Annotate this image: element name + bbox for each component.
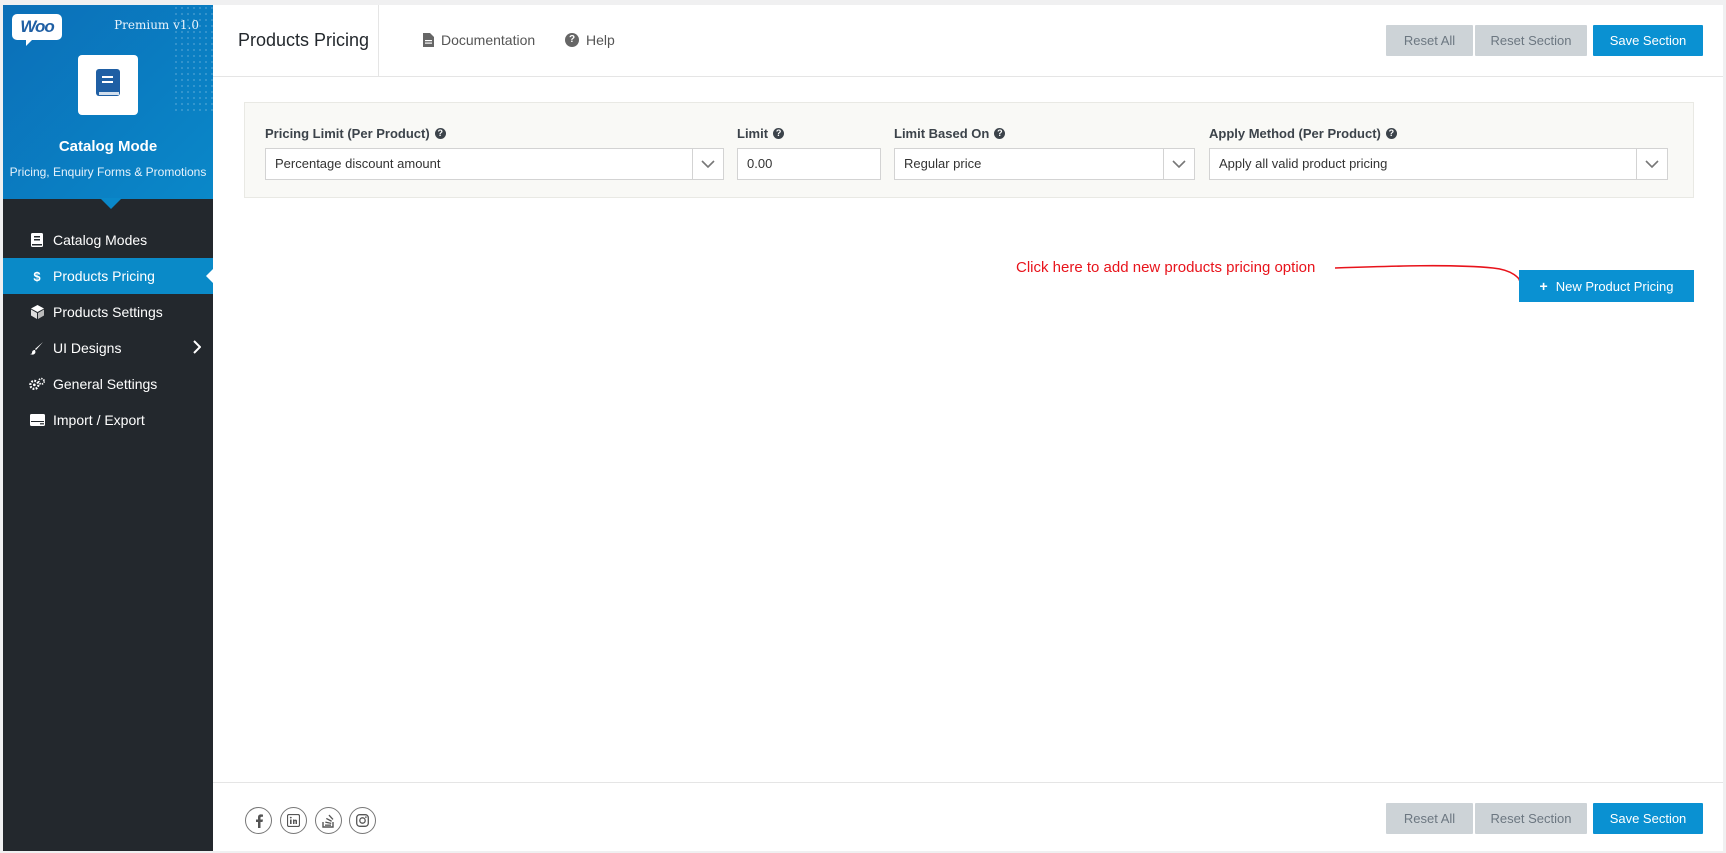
annotation-text: Click here to add new products pricing o…	[1016, 259, 1316, 276]
apply-method-value: Apply all valid product pricing	[1219, 156, 1388, 171]
sidebar-item-general-settings[interactable]: General Settings	[3, 366, 213, 402]
new-product-pricing-button[interactable]: + New Product Pricing	[1519, 270, 1694, 302]
reset-section-button[interactable]: Reset Section	[1475, 25, 1587, 56]
facebook-icon[interactable]	[245, 807, 272, 834]
pricing-limit-panel: Pricing Limit (Per Product) ? Percentage…	[244, 102, 1694, 198]
sidebar-item-import-export[interactable]: Import / Export	[3, 402, 213, 438]
sidebar-item-label: Products Settings	[53, 304, 163, 320]
instagram-icon[interactable]	[349, 807, 376, 834]
help-link[interactable]: ? Help	[565, 32, 615, 48]
sidebar-item-products-pricing[interactable]: $ Products Pricing	[3, 258, 214, 294]
sidebar-item-label: Products Pricing	[53, 268, 155, 284]
plugin-title: Catalog Mode	[58, 138, 158, 155]
sidebar-item-label: General Settings	[53, 376, 158, 392]
save-section-button[interactable]: Save Section	[1593, 25, 1703, 56]
reset-all-button[interactable]: Reset All	[1386, 25, 1473, 56]
chevron-down-icon[interactable]	[1636, 149, 1667, 179]
limit-based-on-select[interactable]: Regular price	[894, 148, 1195, 180]
sidebar-item-label: Catalog Modes	[53, 232, 148, 248]
dollar-icon: $	[33, 268, 41, 284]
brand-notch	[100, 198, 122, 209]
pricing-limit-value: Percentage discount amount	[275, 156, 441, 171]
page-title: Products Pricing	[213, 5, 379, 76]
chevron-down-icon[interactable]	[692, 149, 723, 179]
sidebar-item-catalog-modes[interactable]: Catalog Modes	[3, 222, 213, 258]
catalog-book-icon	[96, 69, 120, 96]
apply-method-select[interactable]: Apply all valid product pricing	[1209, 148, 1668, 180]
chevron-right-icon	[193, 340, 202, 357]
help-icon[interactable]: ?	[434, 128, 446, 139]
sidebar-item-ui-designs[interactable]: UI Designs	[3, 330, 213, 366]
plugin-subtitle: Pricing, Enquiry Forms & Promotions	[9, 165, 207, 179]
limit-based-on-label: Limit Based On ?	[894, 126, 1006, 141]
plus-icon: +	[1539, 278, 1548, 294]
footer-bar: Reset All Reset Section Save Section	[213, 782, 1723, 851]
brush-icon	[29, 340, 45, 356]
help-icon[interactable]: ?	[773, 128, 785, 139]
woo-logo: Woo	[12, 14, 62, 46]
limit-label-text: Limit	[737, 126, 769, 141]
question-circle-icon: ?	[565, 33, 579, 47]
help-icon[interactable]: ?	[1385, 128, 1397, 139]
pricing-limit-label-text: Pricing Limit (Per Product)	[265, 126, 430, 141]
apply-method-label-text: Apply Method (Per Product)	[1209, 126, 1381, 141]
pricing-limit-label: Pricing Limit (Per Product) ?	[265, 126, 446, 141]
sidebar-item-label: UI Designs	[53, 340, 122, 356]
plugin-icon	[78, 55, 138, 115]
footer-reset-all-button[interactable]: Reset All	[1386, 803, 1473, 834]
pricing-limit-select[interactable]: Percentage discount amount	[265, 148, 724, 180]
new-product-pricing-label: New Product Pricing	[1555, 278, 1674, 294]
limit-based-on-value: Regular price	[904, 156, 982, 171]
top-header: Products Pricing Documentation ? Help Re…	[213, 5, 1723, 77]
limit-based-on-label-text: Limit Based On	[894, 126, 990, 141]
sidebar-item-label: Import / Export	[53, 412, 145, 428]
apply-method-label: Apply Method (Per Product) ?	[1209, 126, 1397, 141]
book-icon	[29, 232, 45, 248]
documentation-link[interactable]: Documentation	[423, 32, 535, 48]
hdd-icon	[29, 412, 45, 428]
sidebar-menu: Catalog Modes $ Products Pricing Product…	[3, 222, 214, 438]
limit-input[interactable]: 0.00	[737, 148, 881, 180]
cogs-icon	[29, 376, 45, 392]
documentation-label: Documentation	[441, 32, 536, 48]
limit-label: Limit ?	[737, 126, 785, 141]
brand-header: Woo Premium v1.0 Catalog Mode Pricing, E…	[3, 5, 213, 199]
help-icon[interactable]: ?	[994, 128, 1006, 139]
file-icon	[423, 33, 434, 47]
app-frame: Woo Premium v1.0 Catalog Mode Pricing, E…	[3, 5, 1723, 851]
stackoverflow-icon[interactable]	[315, 807, 342, 834]
version-label: Premium v1.0	[114, 18, 199, 32]
sidebar: Woo Premium v1.0 Catalog Mode Pricing, E…	[3, 5, 214, 851]
cube-icon	[29, 304, 45, 320]
linkedin-icon[interactable]	[280, 807, 307, 834]
help-label: Help	[586, 32, 615, 48]
chevron-down-icon[interactable]	[1163, 149, 1194, 179]
sidebar-item-products-settings[interactable]: Products Settings	[3, 294, 213, 330]
footer-save-section-button[interactable]: Save Section	[1593, 803, 1703, 834]
footer-reset-section-button[interactable]: Reset Section	[1475, 803, 1587, 834]
